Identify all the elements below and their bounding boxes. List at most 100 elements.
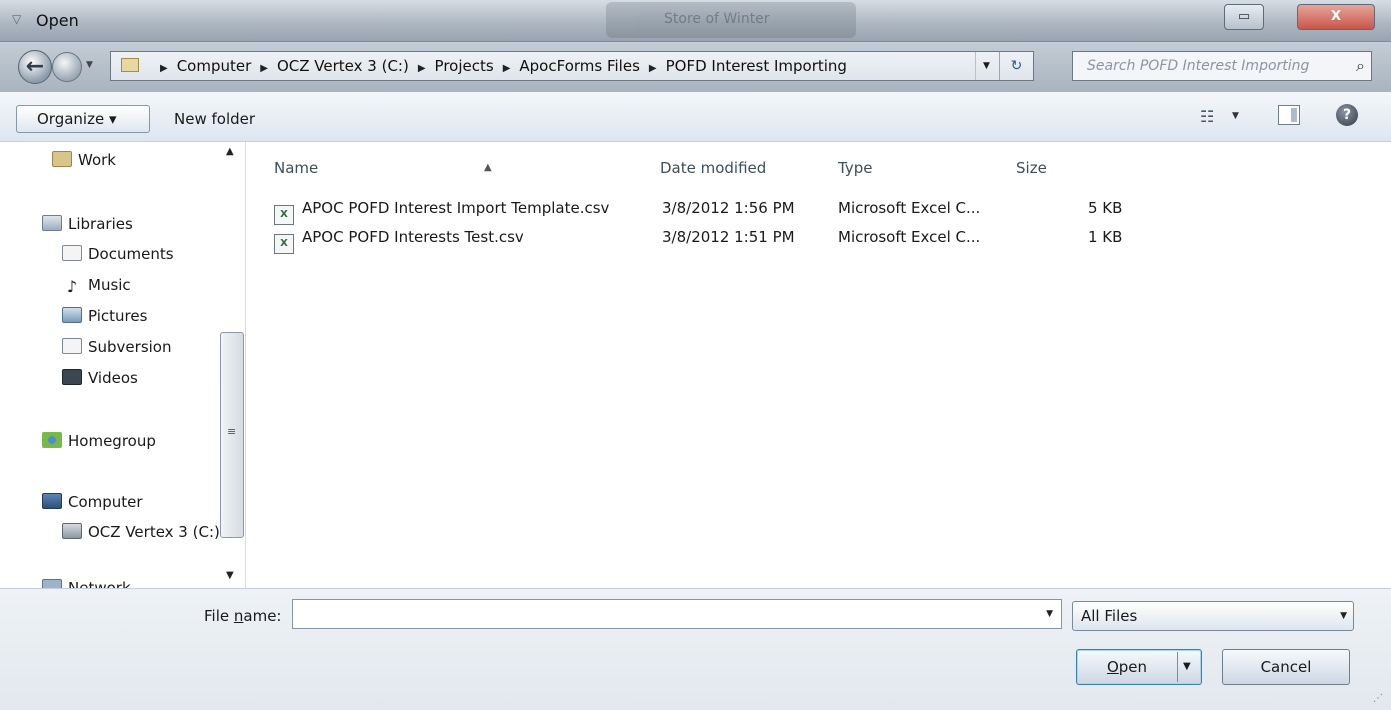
chevron-right-icon[interactable]: ▶	[649, 63, 657, 74]
column-header-size[interactable]: Size	[1016, 156, 1047, 180]
network-icon	[42, 579, 62, 588]
label-accelerator: n	[233, 607, 244, 625]
organize-button[interactable]: Organize ▾	[16, 105, 150, 133]
file-row[interactable]: X APOC POFD Interest Import Template.csv …	[274, 194, 1374, 225]
resize-grip-icon[interactable]: ⋰	[1373, 693, 1383, 704]
file-type-filter-select[interactable]: All Files ▼	[1072, 601, 1354, 631]
column-header-type[interactable]: Type	[838, 156, 872, 180]
file-name-cell: X APOC POFD Interests Test.csv	[274, 223, 524, 254]
toolbar: Organize ▾ New folder ☷ ▼ ?	[0, 92, 1391, 142]
file-name-cell: X APOC POFD Interest Import Template.csv	[274, 194, 609, 225]
sidebar-item-subversion[interactable]: Subversion	[62, 335, 172, 359]
open-button-label: Open	[1077, 650, 1177, 684]
chevron-right-icon[interactable]: ▶	[418, 63, 426, 74]
file-type: Microsoft Excel C...	[838, 199, 981, 217]
pictures-icon	[62, 307, 82, 323]
title-bar[interactable]: ▽ Open Store of Winter ▭ X	[0, 0, 1391, 42]
column-header-name[interactable]: Name ▲	[274, 156, 654, 180]
sidebar-item-label: Documents	[88, 245, 174, 263]
address-row: ← ▼ ▶ Computer ▶ OCZ Vertex 3 (C:) ▶ Projects…	[0, 42, 1391, 92]
file-name: APOC POFD Interests Test.csv	[302, 228, 524, 246]
address-dropdown-icon[interactable]: ▼	[975, 52, 997, 80]
open-button[interactable]: Open ▼	[1076, 649, 1202, 685]
label-part: File	[204, 607, 234, 625]
breadcrumb-current-folder[interactable]: POFD Interest Importing	[666, 57, 847, 75]
restore-button[interactable]: ▭	[1224, 4, 1264, 30]
sidebar-item-label: Work	[78, 151, 116, 169]
search-input[interactable]: Search POFD Interest Importing ⌕	[1072, 51, 1372, 81]
libraries-icon	[42, 215, 62, 231]
open-options-dropdown-icon[interactable]: ▼	[1183, 650, 1191, 684]
subversion-icon	[62, 338, 82, 354]
computer-icon	[42, 493, 62, 509]
close-button[interactable]: X	[1297, 4, 1375, 30]
label-accelerator: O	[1106, 658, 1119, 676]
sidebar-item-homegroup[interactable]: Homegroup	[42, 429, 156, 453]
chevron-right-icon[interactable]: ▶	[503, 63, 511, 74]
file-date: 3/8/2012 1:56 PM	[662, 199, 795, 217]
file-row[interactable]: X APOC POFD Interests Test.csv 3/8/2012 1…	[274, 223, 1374, 254]
sidebar-item-videos[interactable]: Videos	[62, 366, 138, 390]
window-title: Open	[36, 11, 79, 30]
chevron-down-icon: ▼	[1340, 611, 1347, 621]
file-date: 3/8/2012 1:51 PM	[662, 228, 795, 246]
sidebar-item-label: Subversion	[88, 338, 172, 356]
sidebar-item-drive-c[interactable]: OCZ Vertex 3 (C:)	[62, 520, 220, 544]
window-icon: ▽	[12, 12, 22, 26]
videos-icon	[62, 369, 82, 385]
sidebar-item-work[interactable]: Work	[52, 148, 116, 172]
excel-csv-file-icon: X	[274, 234, 294, 254]
refresh-icon[interactable]: ↻	[999, 52, 1033, 80]
folder-icon	[121, 58, 139, 72]
breadcrumb-projects[interactable]: Projects	[435, 57, 494, 75]
sidebar-item-network[interactable]: Network	[42, 576, 131, 588]
forward-button[interactable]	[52, 52, 82, 82]
sidebar-item-computer[interactable]: Computer	[42, 490, 143, 514]
music-icon: ♪	[66, 277, 78, 296]
sidebar-item-music[interactable]: ♪ Music	[62, 273, 131, 297]
chevron-right-icon[interactable]: ▶	[260, 63, 268, 74]
sidebar-item-documents[interactable]: Documents	[62, 242, 174, 266]
sidebar-item-label: OCZ Vertex 3 (C:)	[88, 523, 220, 541]
address-bar[interactable]: ▶ Computer ▶ OCZ Vertex 3 (C:) ▶ Projects ▶ Apo…	[110, 51, 1034, 81]
sort-ascending-icon: ▲	[484, 162, 492, 173]
new-folder-button[interactable]: New folder	[174, 105, 255, 133]
breadcrumb-computer[interactable]: Computer	[177, 57, 252, 75]
background-window-title: Store of Winter	[664, 11, 770, 27]
background-window-tab: Store of Winter	[606, 2, 856, 38]
file-name: APOC POFD Interest Import Template.csv	[302, 199, 610, 217]
label-part: pen	[1118, 658, 1148, 676]
file-type: Microsoft Excel C...	[838, 228, 981, 246]
file-name-input[interactable]: ▼	[292, 599, 1062, 629]
chevron-right-icon[interactable]: ▶	[160, 63, 168, 74]
view-dropdown-icon[interactable]: ▼	[1232, 111, 1239, 121]
column-header-date[interactable]: Date modified	[660, 156, 766, 180]
breadcrumb-drive[interactable]: OCZ Vertex 3 (C:)	[277, 57, 409, 75]
breadcrumb-apocforms[interactable]: ApocForms Files	[519, 57, 640, 75]
sidebar-item-pictures[interactable]: Pictures	[62, 304, 147, 328]
homegroup-icon	[42, 432, 62, 448]
search-icon[interactable]: ⌕	[1356, 52, 1365, 80]
preview-pane-icon[interactable]	[1278, 105, 1300, 125]
file-name-dropdown-icon[interactable]: ▼	[1046, 600, 1053, 628]
sidebar-item-label: Music	[88, 276, 131, 294]
file-type-filter-value: All Files	[1081, 607, 1138, 625]
file-name-label: File name:	[204, 607, 281, 625]
scroll-down-arrow-icon[interactable]: ▼	[226, 570, 234, 581]
dialog-footer: File name: ▼ All Files ▼ Open ▼ Cancel ⋰	[0, 588, 1391, 710]
search-placeholder: Search POFD Interest Importing	[1087, 58, 1310, 74]
documents-icon	[62, 245, 82, 261]
navigation-pane: Work Libraries Documents ♪ Music Pictures…	[0, 142, 246, 588]
cancel-button[interactable]: Cancel	[1222, 649, 1350, 685]
recent-pages-dropdown-icon[interactable]: ▼	[86, 60, 93, 70]
sidebar-item-label: Libraries	[68, 215, 133, 233]
sidebar-item-libraries[interactable]: Libraries	[42, 212, 133, 236]
sidebar-item-label: Videos	[88, 369, 138, 387]
scrollbar-thumb[interactable]: ≡	[220, 332, 244, 538]
help-icon[interactable]: ?	[1336, 104, 1358, 126]
label-part: ame:	[243, 607, 282, 625]
breadcrumb: ▶ Computer ▶ OCZ Vertex 3 (C:) ▶ Projects ▶ Apo…	[151, 52, 847, 80]
scroll-up-arrow-icon[interactable]: ▲	[226, 146, 234, 157]
change-view-icon[interactable]: ☷	[1200, 107, 1214, 126]
back-button[interactable]: ←	[18, 50, 52, 84]
